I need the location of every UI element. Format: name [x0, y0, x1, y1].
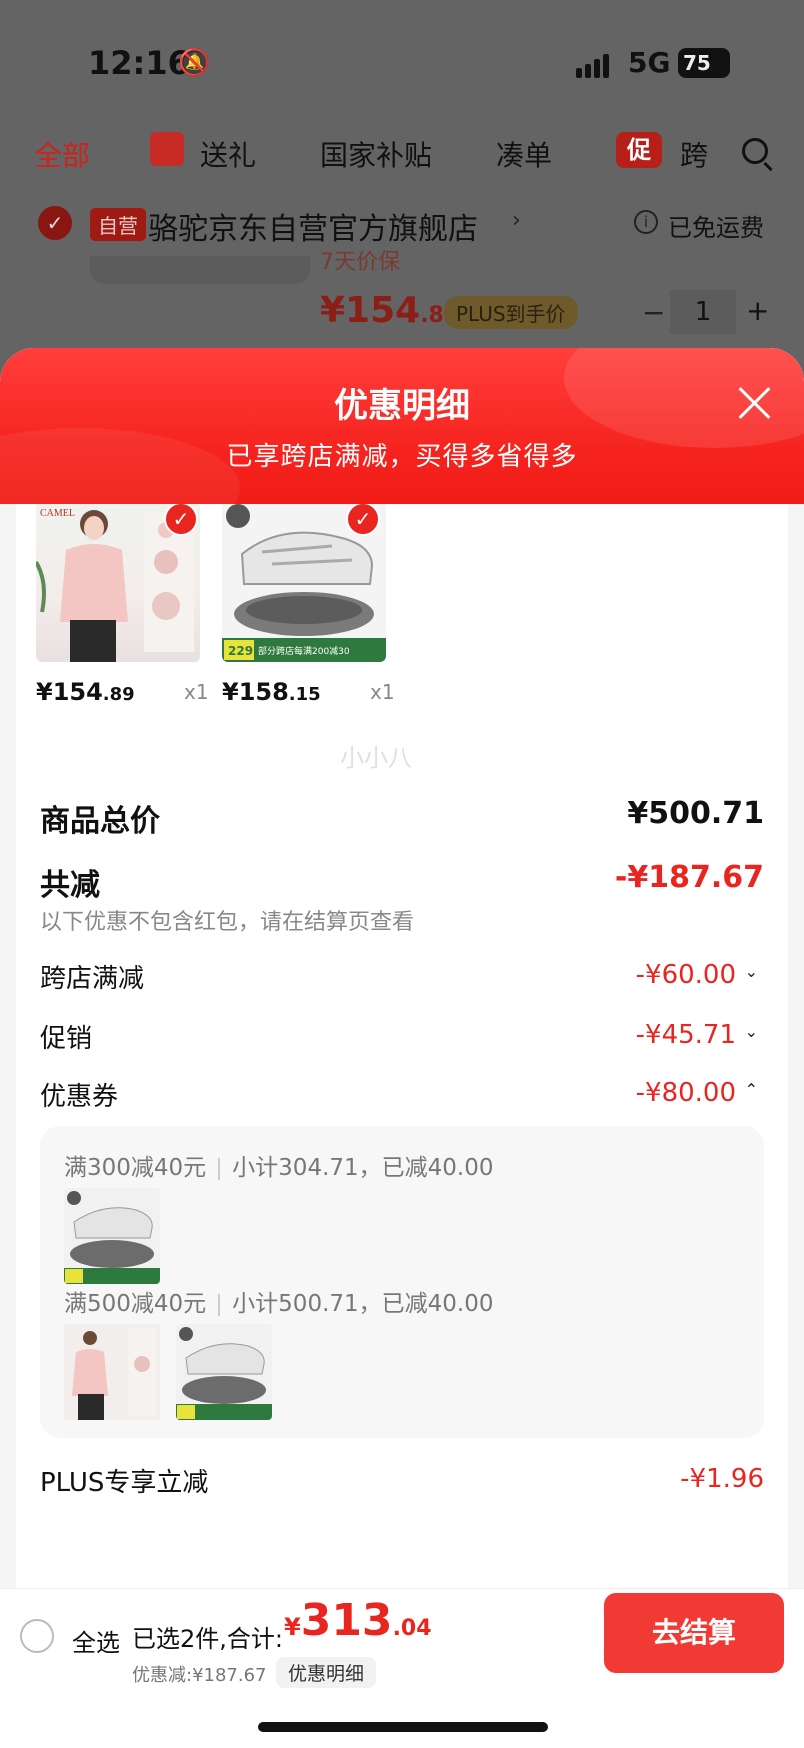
- select-all-label[interactable]: 全选: [72, 1623, 120, 1658]
- self-operated-badge: 自营: [90, 208, 146, 241]
- sheet-header: 优惠明细 已享跨店满减，买得多省得多: [0, 348, 804, 504]
- coupon-line: 满500减40元 小计500.71，已减40.00: [64, 1284, 494, 1318]
- plus-price-badge: PLUS到手价: [444, 296, 578, 329]
- store-row: ✓ 自营 骆驼京东自营官方旗舰店 › i 已免运费: [18, 194, 786, 256]
- reduce-note: 以下优惠不包含红包，请在结算页查看: [40, 910, 415, 935]
- info-icon[interactable]: i: [634, 210, 658, 234]
- discount-detail-sheet: CAMEL ✓ ¥154.89 x1 229 部分跨店每满200减30 ✓ ¥1…: [0, 348, 804, 1748]
- select-all-radio[interactable]: [20, 1619, 54, 1653]
- tab-national-subsidy[interactable]: 国家补贴: [320, 134, 432, 174]
- product-tag-text: 部分跨店每满200减30: [258, 645, 350, 657]
- background-product-image: [90, 256, 310, 284]
- home-indicator[interactable]: [258, 1722, 548, 1732]
- discount-detail-link[interactable]: 优惠明细: [276, 1657, 377, 1688]
- reduce-label: 共减: [40, 868, 100, 903]
- battery-icon: 75: [678, 48, 730, 78]
- status-bar: 12:16 🔕 5G 75: [0, 0, 804, 120]
- tab-all[interactable]: 全部: [34, 134, 90, 174]
- coupon-product-thumb: [64, 1188, 160, 1284]
- coupon-line: 满300减40元 小计304.71，已减40.00: [64, 1148, 494, 1182]
- watermark: 小小八: [340, 744, 412, 772]
- network-type: 5G: [628, 46, 671, 79]
- coupon-rule: 满300减40元: [64, 1155, 207, 1181]
- store-name[interactable]: 骆驼京东自营官方旗舰店: [148, 204, 478, 248]
- total-price: ¥313.04: [284, 1595, 432, 1646]
- brand-logo: CAMEL: [40, 508, 75, 519]
- status-time: 12:16: [88, 44, 190, 82]
- reduce-row: 共减 -¥187.67: [40, 860, 764, 903]
- product-qty: x1: [370, 680, 395, 704]
- product-price: ¥154.89: [36, 678, 135, 706]
- promo-icon: 促: [616, 132, 662, 168]
- chevron-right-icon[interactable]: ›: [512, 208, 521, 233]
- gift-icon: [150, 132, 184, 166]
- sheet-title: 优惠明细: [334, 386, 470, 426]
- discount-value: -¥60.00: [635, 960, 736, 990]
- sheet-subtitle: 已享跨店满减，买得多省得多: [226, 442, 578, 472]
- coupon-detail: 小计304.71，已减40.00: [232, 1155, 494, 1181]
- qty-plus-button[interactable]: +: [746, 294, 769, 327]
- product-check-icon[interactable]: ✓: [164, 502, 198, 536]
- chevron-down-icon[interactable]: ⌄: [745, 962, 758, 981]
- tab-add-on[interactable]: 凑单: [496, 134, 552, 174]
- product-tag-price: 229: [228, 644, 253, 658]
- background-item-price: ¥154.89: [320, 290, 460, 331]
- selected-info: 已选2件,合计:: [132, 1625, 283, 1653]
- product-check-icon[interactable]: ✓: [346, 502, 380, 536]
- tab-gift[interactable]: 送礼: [200, 134, 256, 174]
- discount-row-coupon[interactable]: 优惠券 -¥80.00 ⌃: [40, 1076, 764, 1112]
- plus-discount-value: -¥1.96: [680, 1464, 764, 1494]
- coupon-product-thumb: [176, 1324, 272, 1420]
- discount-label: 跨店满减: [40, 964, 145, 994]
- discount-label: 优惠券: [40, 1082, 119, 1112]
- discount-label: 促销: [40, 1024, 93, 1054]
- reduce-value: -¥187.67: [614, 860, 764, 895]
- plus-discount-label: PLUS专享立减: [40, 1468, 209, 1498]
- chevron-down-icon[interactable]: ⌄: [745, 1022, 758, 1041]
- coupon-product-thumb: [64, 1324, 160, 1420]
- qty-minus-button[interactable]: −: [642, 296, 665, 329]
- total-row: 商品总价 ¥500.71: [40, 796, 764, 839]
- coupon-rule: 满500减40元: [64, 1291, 207, 1317]
- total-value: ¥500.71: [627, 796, 764, 831]
- product-qty: x1: [184, 680, 209, 704]
- mute-bell-icon: 🔕: [178, 48, 211, 78]
- price-protection-label: 7天价保: [320, 250, 400, 275]
- discount-value: -¥80.00: [635, 1078, 736, 1108]
- store-check-icon[interactable]: ✓: [38, 206, 72, 240]
- discount-value: -¥45.71: [635, 1020, 736, 1050]
- coupon-details: 满300减40元 小计304.71，已减40.00 满500减40元 小计500.7…: [40, 1126, 764, 1438]
- checkout-button[interactable]: 去结算: [604, 1593, 784, 1673]
- discount-row-cross-store[interactable]: 跨店满减 -¥60.00 ⌄: [40, 958, 764, 994]
- nav-tabs: 全部 送礼 国家补贴 凑单 促 跨: [0, 128, 804, 180]
- search-icon[interactable]: [742, 138, 768, 164]
- discount-summary: 优惠减:¥187.67: [132, 1665, 267, 1686]
- tab-cross-store[interactable]: 跨: [680, 134, 708, 174]
- plus-discount-row: PLUS专享立减 -¥1.96: [40, 1462, 764, 1498]
- close-icon[interactable]: [736, 384, 774, 422]
- total-label: 商品总价: [40, 804, 160, 839]
- product-price: ¥158.15: [222, 678, 321, 706]
- discount-row-promotion[interactable]: 促销 -¥45.71 ⌄: [40, 1018, 764, 1054]
- coupon-detail: 小计500.71，已减40.00: [232, 1291, 494, 1317]
- chevron-up-icon[interactable]: ⌃: [745, 1080, 758, 1099]
- signal-icon: [576, 52, 616, 78]
- qty-value[interactable]: 1: [670, 290, 736, 334]
- free-shipping-label: 已免运费: [668, 214, 764, 242]
